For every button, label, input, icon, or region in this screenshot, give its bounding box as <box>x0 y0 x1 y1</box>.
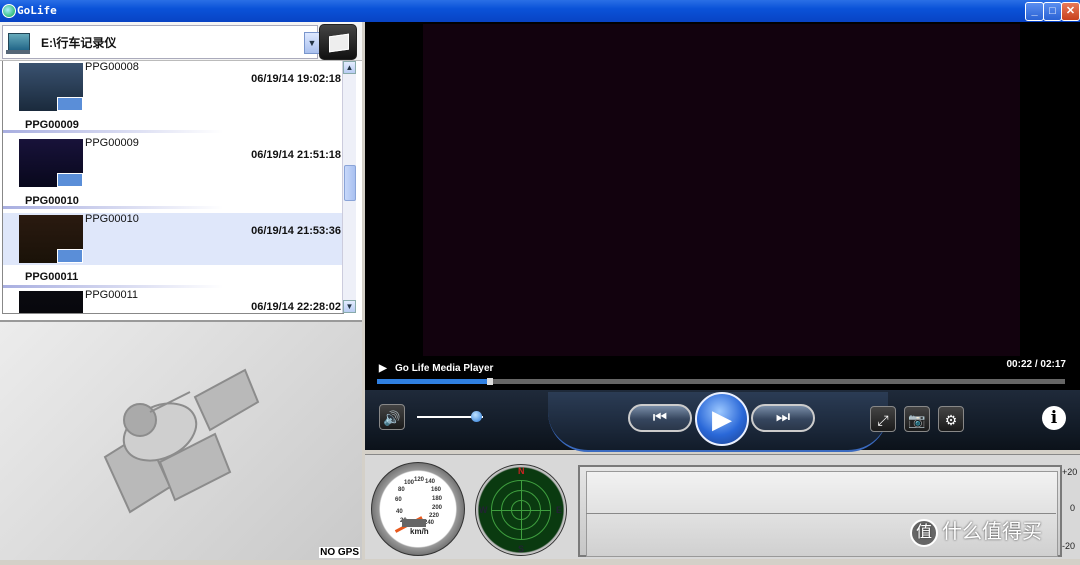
file-name: PPG00011 <box>85 289 139 301</box>
compass: N E S W <box>475 464 567 556</box>
player-title: ▶ Go Life Media Player <box>379 363 494 374</box>
next-file-label: PPG00010 <box>25 195 79 207</box>
graph-zero-line <box>586 513 1056 514</box>
drive-icon <box>6 33 30 54</box>
gear-icon[interactable]: ⚙ <box>938 406 964 432</box>
camera-icon[interactable]: 📷 <box>904 406 930 432</box>
path-text: E:\行车记录仪 <box>41 36 117 50</box>
file-list-item[interactable]: PPG00011 <box>3 265 343 289</box>
video-thumbnail <box>19 291 83 313</box>
window-title: GoLife <box>17 4 57 17</box>
close-button[interactable]: ✕ <box>1061 2 1080 21</box>
axis-label-bottom: -20 <box>1062 541 1076 551</box>
video-file-list: PPG00008 06/19/14 19:02:18 PPG00009 PPG0… <box>2 61 344 314</box>
video-thumbnail <box>19 63 83 111</box>
tick-label: 80 <box>398 487 405 493</box>
tick-label: 40 <box>396 509 403 515</box>
next-file-label: PPG00011 <box>25 271 79 283</box>
total-time: 02:17 <box>1040 359 1066 370</box>
player-title-text: Go Life Media Player <box>395 363 494 374</box>
minimize-button[interactable]: _ <box>1025 2 1044 21</box>
thumbnail-badge-icon <box>57 249 83 263</box>
tick-label: 60 <box>395 497 402 503</box>
file-browser-panel: E:\行车记录仪 ▼ PPG00008 06/19/14 19:02:18 PP… <box>0 22 362 560</box>
fullscreen-icon[interactable]: ⤢ <box>870 406 896 432</box>
tick-label: 120 <box>414 477 425 483</box>
scroll-down-icon[interactable]: ▼ <box>343 300 356 313</box>
next-file-label: PPG00009 <box>25 119 79 131</box>
file-date: 06/19/14 21:53:36 <box>251 225 341 237</box>
file-list-item[interactable]: PPG00011 06/19/14 22:28:02 <box>3 289 343 313</box>
tick-label: 200 <box>432 505 443 511</box>
file-date: 06/19/14 22:28:02 <box>251 301 341 313</box>
path-combobox[interactable]: E:\行车记录仪 ▼ <box>2 25 320 59</box>
gps-map-panel: NO GPS <box>0 320 362 560</box>
watermark-logo: 值 <box>910 518 938 547</box>
compass-east: E <box>556 505 563 515</box>
item-divider <box>3 285 223 288</box>
folder-icon <box>329 33 349 53</box>
file-name: PPG00009 <box>85 137 139 149</box>
seek-bar[interactable] <box>377 378 1065 385</box>
watermark: 值什么值得买 <box>910 515 1042 547</box>
thumbnail-badge-icon <box>57 173 83 187</box>
speedometer-ticks: 40 60 80 100 120 140 160 180 200 220 240… <box>395 477 443 526</box>
axis-label-zero: 0 <box>1070 503 1076 513</box>
speed-readout <box>402 519 426 527</box>
info-icon[interactable]: i <box>1042 406 1066 430</box>
file-date: 06/19/14 21:51:18 <box>251 149 341 161</box>
list-scrollbar[interactable]: ▲ ▼ <box>342 61 356 313</box>
app-icon <box>2 4 16 18</box>
chevron-down-icon[interactable]: ▼ <box>304 32 320 54</box>
gps-status: NO GPS <box>319 547 360 558</box>
tick-label: 140 <box>425 479 436 485</box>
satellite-icon <box>103 368 260 514</box>
seek-handle[interactable] <box>487 378 494 385</box>
open-folder-button[interactable] <box>319 24 357 60</box>
compass-crosshair <box>521 481 522 539</box>
current-time: 00:22 <box>1006 359 1033 370</box>
file-list-item[interactable]: PPG00008 06/19/14 19:02:18 PPG00009 <box>3 61 343 137</box>
compass-north: N <box>518 466 525 476</box>
media-player: ▶ Go Life Media Player 00:22 / 02:17 🔊 ⏮… <box>365 22 1080 452</box>
watermark-text: 什么值得买 <box>942 521 1042 543</box>
time-display: 00:22 / 02:17 <box>1006 359 1067 370</box>
speedometer: 40 60 80 100 120 140 160 180 200 220 240… <box>371 462 465 556</box>
file-list-item-selected[interactable]: PPG00010 06/19/14 21:53:36 <box>3 213 343 265</box>
volume-icon[interactable]: 🔊 <box>379 404 405 430</box>
file-date: 06/19/14 19:02:18 <box>251 73 341 85</box>
next-button[interactable]: ⏭ <box>751 404 815 432</box>
previous-button[interactable]: ⏮ <box>628 404 692 432</box>
tick-label: 180 <box>432 496 443 502</box>
axis-label-top: +20 <box>1062 467 1078 477</box>
compass-west: W <box>479 505 488 515</box>
thumbnail-badge-icon <box>57 97 83 111</box>
title-bar: GoLife _ □ ✕ <box>0 0 1080 22</box>
tick-label: 220 <box>429 513 440 519</box>
compass-south: S <box>518 544 525 554</box>
path-bar: E:\行车记录仪 ▼ <box>0 22 362 61</box>
video-display[interactable] <box>423 24 1020 356</box>
play-button[interactable]: ▶ <box>695 392 749 446</box>
scroll-up-icon[interactable]: ▲ <box>343 61 356 74</box>
seek-progress <box>377 379 488 384</box>
file-list-item[interactable]: PPG00009 06/19/14 21:51:18 PPG00010 <box>3 137 343 213</box>
file-name: PPG00008 <box>85 61 139 73</box>
video-thumbnail <box>19 139 83 187</box>
speed-unit: km/h <box>410 527 429 536</box>
tick-label: 160 <box>431 487 442 493</box>
file-name: PPG00010 <box>85 213 139 225</box>
maximize-button[interactable]: □ <box>1043 2 1062 21</box>
scrollbar-thumb[interactable] <box>344 165 356 201</box>
video-thumbnail <box>19 215 83 263</box>
